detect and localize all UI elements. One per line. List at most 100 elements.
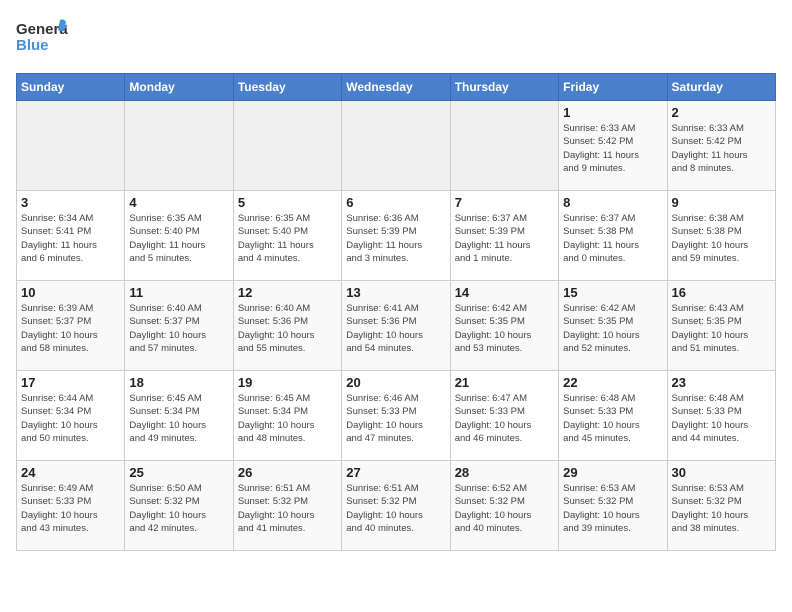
day-info: Sunrise: 6:47 AM Sunset: 5:33 PM Dayligh… <box>455 392 554 445</box>
calendar-week-row: 1 Sunrise: 6:33 AM Sunset: 5:42 PM Daylig… <box>17 101 776 191</box>
day-info: Sunrise: 6:42 AM Sunset: 5:35 PM Dayligh… <box>563 302 662 355</box>
calendar-header-monday: Monday <box>125 74 233 101</box>
day-info: Sunrise: 6:40 AM Sunset: 5:37 PM Dayligh… <box>129 302 228 355</box>
header: General Blue <box>16 16 776 65</box>
calendar-cell: 29Sunrise: 6:53 AM Sunset: 5:32 PM Dayli… <box>559 461 667 551</box>
calendar-cell: 11 Sunrise: 6:40 AM Sunset: 5:37 PM Dayli… <box>125 281 233 371</box>
day-number: 3 <box>21 195 120 210</box>
calendar-cell: 18 Sunrise: 6:45 AM Sunset: 5:34 PM Dayli… <box>125 371 233 461</box>
calendar-cell: 26 Sunrise: 6:51 AM Sunset: 5:32 PM Dayli… <box>233 461 341 551</box>
day-number: 5 <box>238 195 337 210</box>
day-number: 28 <box>455 465 554 480</box>
calendar-header-thursday: Thursday <box>450 74 558 101</box>
day-number: 18 <box>129 375 228 390</box>
day-info: Sunrise: 6:42 AM Sunset: 5:35 PM Dayligh… <box>455 302 554 355</box>
day-number: 9 <box>672 195 771 210</box>
svg-text:Blue: Blue <box>16 37 49 54</box>
day-number: 23 <box>672 375 771 390</box>
day-number: 15 <box>563 285 662 300</box>
day-number: 8 <box>563 195 662 210</box>
calendar-header-tuesday: Tuesday <box>233 74 341 101</box>
day-info: Sunrise: 6:35 AM Sunset: 5:40 PM Dayligh… <box>129 212 228 265</box>
calendar-cell: 28 Sunrise: 6:52 AM Sunset: 5:32 PM Dayli… <box>450 461 558 551</box>
calendar-week-row: 10Sunrise: 6:39 AM Sunset: 5:37 PM Dayli… <box>17 281 776 371</box>
calendar-header-friday: Friday <box>559 74 667 101</box>
calendar-cell: 13 Sunrise: 6:41 AM Sunset: 5:36 PM Dayli… <box>342 281 450 371</box>
calendar-cell: 6 Sunrise: 6:36 AM Sunset: 5:39 PM Daylig… <box>342 191 450 281</box>
calendar-week-row: 24 Sunrise: 6:49 AM Sunset: 5:33 PM Dayli… <box>17 461 776 551</box>
calendar-header-saturday: Saturday <box>667 74 775 101</box>
day-number: 25 <box>129 465 228 480</box>
day-number: 24 <box>21 465 120 480</box>
day-number: 6 <box>346 195 445 210</box>
day-info: Sunrise: 6:46 AM Sunset: 5:33 PM Dayligh… <box>346 392 445 445</box>
calendar-cell: 27 Sunrise: 6:51 AM Sunset: 5:32 PM Dayli… <box>342 461 450 551</box>
day-number: 30 <box>672 465 771 480</box>
day-number: 1 <box>563 105 662 120</box>
day-info: Sunrise: 6:51 AM Sunset: 5:32 PM Dayligh… <box>346 482 445 535</box>
day-info: Sunrise: 6:45 AM Sunset: 5:34 PM Dayligh… <box>129 392 228 445</box>
day-info: Sunrise: 6:53 AM Sunset: 5:32 PM Dayligh… <box>563 482 662 535</box>
calendar-cell: 10Sunrise: 6:39 AM Sunset: 5:37 PM Dayli… <box>17 281 125 371</box>
day-number: 4 <box>129 195 228 210</box>
day-info: Sunrise: 6:33 AM Sunset: 5:42 PM Dayligh… <box>563 122 662 175</box>
day-info: Sunrise: 6:45 AM Sunset: 5:34 PM Dayligh… <box>238 392 337 445</box>
calendar-cell: 24 Sunrise: 6:49 AM Sunset: 5:33 PM Dayli… <box>17 461 125 551</box>
calendar-cell: 22 Sunrise: 6:48 AM Sunset: 5:33 PM Dayli… <box>559 371 667 461</box>
calendar-cell <box>342 101 450 191</box>
day-info: Sunrise: 6:36 AM Sunset: 5:39 PM Dayligh… <box>346 212 445 265</box>
calendar-cell: 8Sunrise: 6:37 AM Sunset: 5:38 PM Daylig… <box>559 191 667 281</box>
day-number: 22 <box>563 375 662 390</box>
day-info: Sunrise: 6:43 AM Sunset: 5:35 PM Dayligh… <box>672 302 771 355</box>
day-info: Sunrise: 6:53 AM Sunset: 5:32 PM Dayligh… <box>672 482 771 535</box>
day-info: Sunrise: 6:50 AM Sunset: 5:32 PM Dayligh… <box>129 482 228 535</box>
day-number: 16 <box>672 285 771 300</box>
day-number: 27 <box>346 465 445 480</box>
day-info: Sunrise: 6:52 AM Sunset: 5:32 PM Dayligh… <box>455 482 554 535</box>
day-number: 11 <box>129 285 228 300</box>
day-info: Sunrise: 6:35 AM Sunset: 5:40 PM Dayligh… <box>238 212 337 265</box>
day-info: Sunrise: 6:44 AM Sunset: 5:34 PM Dayligh… <box>21 392 120 445</box>
day-number: 13 <box>346 285 445 300</box>
calendar-cell: 1 Sunrise: 6:33 AM Sunset: 5:42 PM Daylig… <box>559 101 667 191</box>
day-info: Sunrise: 6:38 AM Sunset: 5:38 PM Dayligh… <box>672 212 771 265</box>
calendar-cell: 23 Sunrise: 6:48 AM Sunset: 5:33 PM Dayli… <box>667 371 775 461</box>
day-info: Sunrise: 6:41 AM Sunset: 5:36 PM Dayligh… <box>346 302 445 355</box>
day-number: 20 <box>346 375 445 390</box>
day-number: 26 <box>238 465 337 480</box>
day-number: 17 <box>21 375 120 390</box>
calendar-cell: 9 Sunrise: 6:38 AM Sunset: 5:38 PM Daylig… <box>667 191 775 281</box>
calendar-cell <box>17 101 125 191</box>
day-info: Sunrise: 6:34 AM Sunset: 5:41 PM Dayligh… <box>21 212 120 265</box>
calendar-week-row: 3 Sunrise: 6:34 AM Sunset: 5:41 PM Daylig… <box>17 191 776 281</box>
day-number: 19 <box>238 375 337 390</box>
calendar-cell: 4 Sunrise: 6:35 AM Sunset: 5:40 PM Daylig… <box>125 191 233 281</box>
day-info: Sunrise: 6:51 AM Sunset: 5:32 PM Dayligh… <box>238 482 337 535</box>
day-info: Sunrise: 6:48 AM Sunset: 5:33 PM Dayligh… <box>672 392 771 445</box>
calendar-cell <box>450 101 558 191</box>
calendar-cell: 15 Sunrise: 6:42 AM Sunset: 5:35 PM Dayli… <box>559 281 667 371</box>
calendar-header-sunday: Sunday <box>17 74 125 101</box>
day-number: 21 <box>455 375 554 390</box>
day-info: Sunrise: 6:49 AM Sunset: 5:33 PM Dayligh… <box>21 482 120 535</box>
calendar-cell: 5 Sunrise: 6:35 AM Sunset: 5:40 PM Daylig… <box>233 191 341 281</box>
day-info: Sunrise: 6:39 AM Sunset: 5:37 PM Dayligh… <box>21 302 120 355</box>
calendar-cell: 12Sunrise: 6:40 AM Sunset: 5:36 PM Dayli… <box>233 281 341 371</box>
calendar-cell <box>125 101 233 191</box>
day-info: Sunrise: 6:48 AM Sunset: 5:33 PM Dayligh… <box>563 392 662 445</box>
calendar-header-wednesday: Wednesday <box>342 74 450 101</box>
calendar-cell: 7Sunrise: 6:37 AM Sunset: 5:39 PM Daylig… <box>450 191 558 281</box>
calendar-cell: 17 Sunrise: 6:44 AM Sunset: 5:34 PM Dayli… <box>17 371 125 461</box>
day-number: 14 <box>455 285 554 300</box>
day-number: 2 <box>672 105 771 120</box>
calendar-header-row: SundayMondayTuesdayWednesdayThursdayFrid… <box>17 74 776 101</box>
calendar-cell: 19 Sunrise: 6:45 AM Sunset: 5:34 PM Dayli… <box>233 371 341 461</box>
calendar-cell: 21 Sunrise: 6:47 AM Sunset: 5:33 PM Dayli… <box>450 371 558 461</box>
logo: General Blue <box>16 16 68 65</box>
calendar-cell: 25 Sunrise: 6:50 AM Sunset: 5:32 PM Dayli… <box>125 461 233 551</box>
day-info: Sunrise: 6:37 AM Sunset: 5:39 PM Dayligh… <box>455 212 554 265</box>
calendar-cell: 16 Sunrise: 6:43 AM Sunset: 5:35 PM Dayli… <box>667 281 775 371</box>
calendar-week-row: 17 Sunrise: 6:44 AM Sunset: 5:34 PM Dayli… <box>17 371 776 461</box>
day-info: Sunrise: 6:40 AM Sunset: 5:36 PM Dayligh… <box>238 302 337 355</box>
calendar-table: SundayMondayTuesdayWednesdayThursdayFrid… <box>16 73 776 551</box>
